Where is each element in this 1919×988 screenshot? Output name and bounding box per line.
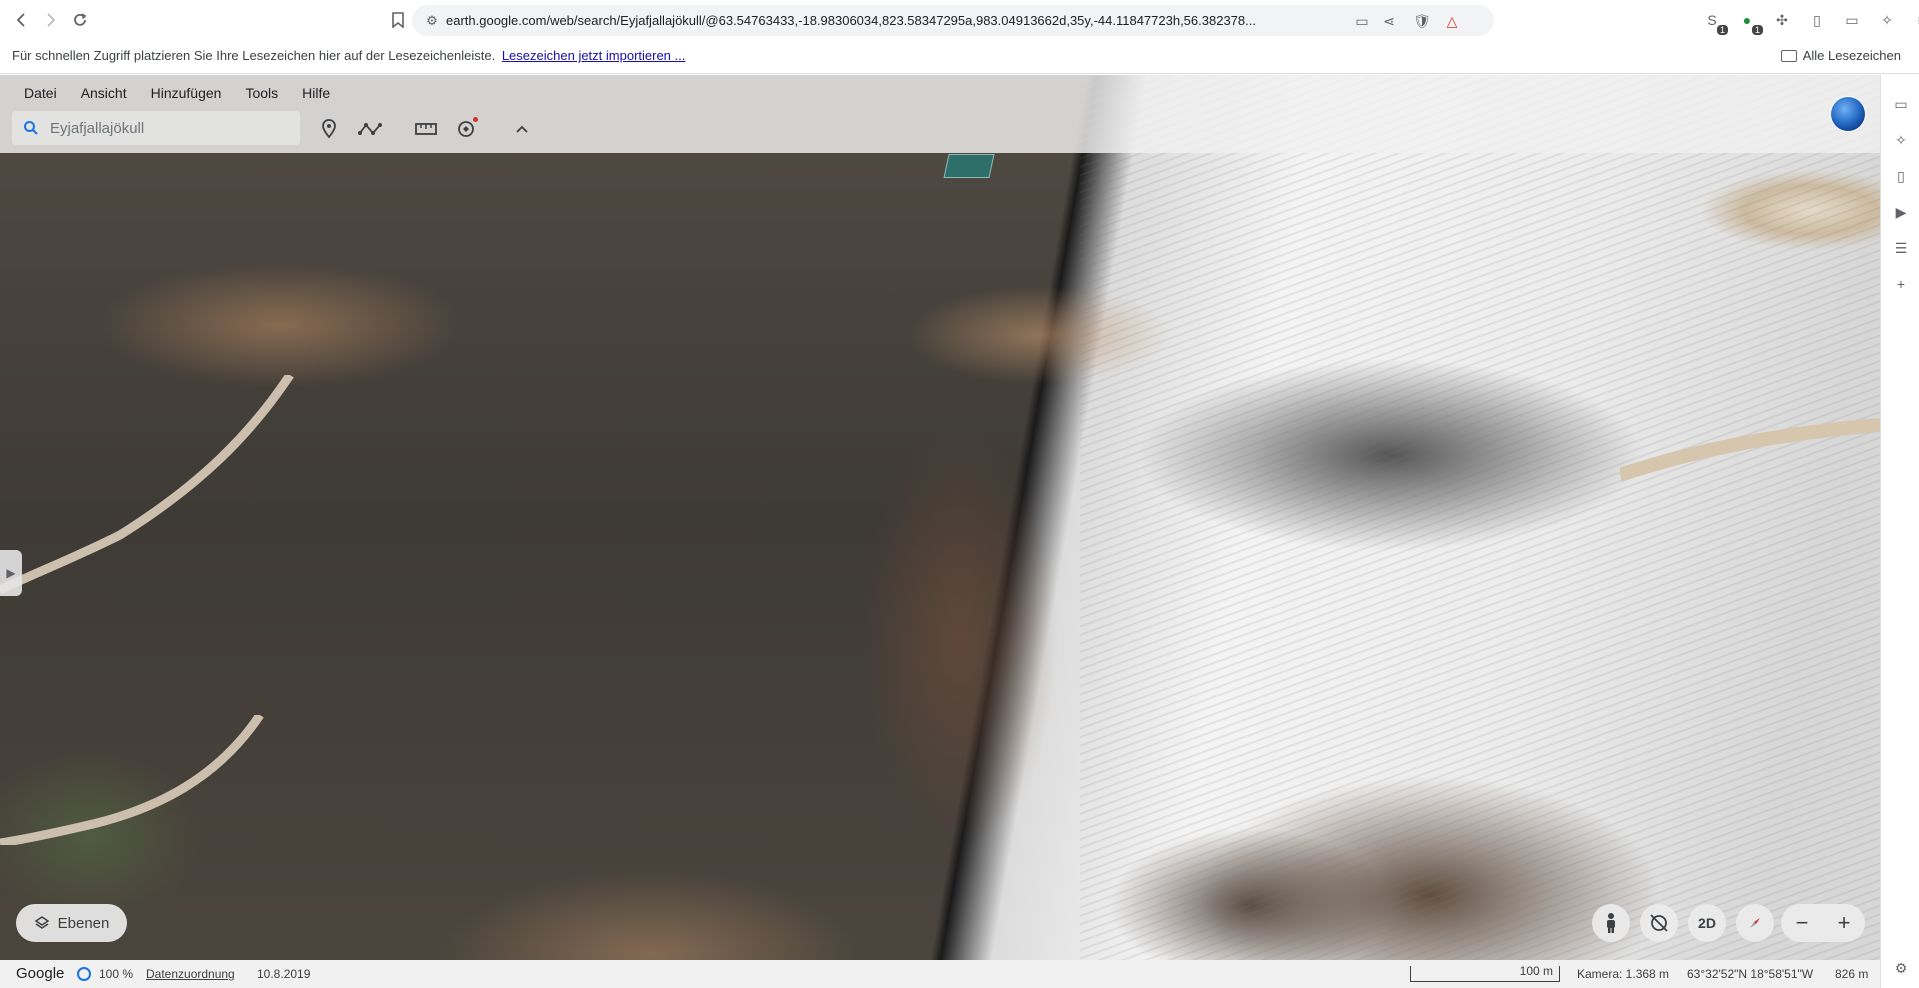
scale-label: 100 m [1519, 964, 1553, 978]
attribution-link[interactable]: Datenzuordnung [146, 967, 235, 981]
rewards-triangle-icon[interactable]: △ [1442, 11, 1462, 31]
menu-bar: Datei Ansicht Hinzufügen Tools Hilfe [12, 81, 342, 105]
bookmark-hint: Für schnellen Zugriff platzieren Sie Ihr… [12, 48, 685, 63]
status-bar: Google 100 % Datenzuordnung 10.8.2019 10… [0, 960, 1880, 988]
zoom-controls: − + [1781, 904, 1865, 942]
menu-view[interactable]: Ansicht [69, 81, 139, 105]
folder-icon [1780, 49, 1797, 62]
meltwater-stream [0, 715, 264, 845]
meltwater-pond [943, 154, 995, 178]
moraine-strip [1620, 418, 1880, 482]
compass-button[interactable] [1736, 904, 1774, 942]
ruler-icon[interactable] [410, 113, 442, 145]
sidebar-icon[interactable]: ▯ [1805, 8, 1829, 32]
import-bookmarks-link[interactable]: Lesezeichen jetzt importieren ... [502, 48, 686, 63]
browser-toolbar: ⚙ earth.google.com/web/search/Eyjafjalla… [0, 0, 1919, 40]
bookmarks-panel-icon[interactable]: ▯ [1892, 167, 1910, 185]
scale-bar: 100 m [1410, 964, 1560, 982]
leo-panel-icon[interactable]: ✧ [1892, 131, 1910, 149]
all-bookmarks-button[interactable]: Alle Lesezeichen [1780, 48, 1901, 63]
glacier-texture [1080, 75, 1880, 960]
bookmark-hint-text: Für schnellen Zugriff platzieren Sie Ihr… [12, 48, 496, 63]
reading-list-icon[interactable]: ☰ [1892, 239, 1910, 257]
url-text[interactable]: earth.google.com/web/search/Eyjafjallajö… [446, 13, 1366, 28]
extension-s-icon[interactable]: S1 [1700, 8, 1728, 35]
tilt-reset-button[interactable] [1640, 904, 1678, 942]
tilt-icon [1650, 914, 1668, 932]
address-bar[interactable]: ⚙ earth.google.com/web/search/Eyjafjalla… [412, 5, 1494, 36]
extensions-area: S1 ●1 ✣ ▯ ▭ ✧ ≡ [1700, 8, 1919, 35]
imagery-date: 10.8.2019 [257, 967, 311, 981]
camera-altitude: Kamera: 1.368 m [1577, 967, 1670, 981]
brave-shield-icon[interactable]: 🛡 [1412, 11, 1432, 31]
share-icon[interactable]: ⋖ [1379, 11, 1399, 31]
map-canvas[interactable] [0, 75, 1880, 960]
zoom-out-button[interactable]: − [1796, 910, 1809, 936]
ground-elevation: 826 m [1835, 967, 1869, 981]
extension-shield-icon[interactable]: ● 1 [1735, 8, 1763, 35]
extension-badge: 1 [1716, 25, 1728, 35]
menu-help[interactable]: Hilfe [290, 81, 342, 105]
compass-icon [1750, 918, 1760, 928]
right-side-panel: ▭ ✧ ▯ ▶ ☰ + ⚙ [1880, 75, 1919, 988]
add-panel-icon[interactable]: + [1892, 275, 1910, 293]
placemark-icon[interactable] [313, 113, 345, 145]
cast-icon[interactable]: ▭ [1352, 11, 1372, 31]
site-settings-icon[interactable]: ⚙ [418, 13, 446, 29]
playlist-panel-icon[interactable]: ▶ [1892, 203, 1910, 221]
wallet-icon[interactable]: ▭ [1840, 8, 1864, 32]
bookmark-icon[interactable] [384, 6, 412, 34]
pegman-button[interactable] [1592, 904, 1630, 942]
google-logo: Google [16, 965, 65, 982]
wallet-panel-icon[interactable]: ▭ [1892, 95, 1910, 113]
settings-gear-icon[interactable]: ⚙ [1892, 959, 1910, 977]
loading-circle-icon [77, 967, 91, 981]
pegman-icon [1607, 913, 1615, 933]
meltwater-stream [0, 375, 294, 595]
all-bookmarks-label: Alle Lesezeichen [1802, 48, 1901, 63]
notification-dot [473, 117, 478, 122]
back-arrow-icon[interactable] [8, 6, 36, 34]
menu-add[interactable]: Hinzufügen [139, 81, 234, 105]
chevron-up-icon[interactable] [506, 113, 538, 145]
drawer-toggle[interactable]: ▶ [0, 550, 22, 596]
menu-tools[interactable]: Tools [233, 81, 290, 105]
zoom-percent: 100 % [99, 967, 134, 981]
menu-icon[interactable]: ≡ [1910, 8, 1919, 32]
puzzle-icon[interactable]: ✣ [1770, 8, 1794, 32]
leo-ai-icon[interactable]: ✧ [1875, 8, 1899, 32]
chevron-right-icon: ▶ [6, 566, 16, 580]
earth-app: Datei Ansicht Hinzufügen Tools Hilfe Eyj… [0, 75, 1919, 988]
menu-file[interactable]: Datei [12, 81, 69, 105]
zoom-in-button[interactable]: + [1838, 910, 1851, 936]
forward-arrow-icon[interactable] [36, 6, 64, 34]
search-box[interactable]: Eyjafjallajökull [12, 111, 300, 145]
mode-2d-button[interactable]: 2D [1688, 904, 1726, 942]
earth-top-bar: Datei Ansicht Hinzufügen Tools Hilfe Eyj… [0, 75, 1880, 153]
extension-badge: 1 [1751, 25, 1763, 35]
reload-icon[interactable] [66, 6, 94, 34]
bookmark-bar: Für schnellen Zugriff platzieren Sie Ihr… [0, 40, 1919, 74]
layers-icon [34, 916, 49, 929]
cursor-coordinates: 63°32'52"N 18°58'51"W [1687, 967, 1814, 981]
search-icon[interactable] [12, 120, 50, 136]
layers-button[interactable]: Ebenen [16, 904, 127, 942]
layers-label: Ebenen [57, 914, 110, 932]
voyager-icon[interactable] [450, 113, 482, 145]
path-tool-icon[interactable] [354, 113, 386, 145]
search-input[interactable]: Eyjafjallajökull [50, 120, 144, 137]
account-globe-avatar[interactable] [1831, 97, 1865, 131]
